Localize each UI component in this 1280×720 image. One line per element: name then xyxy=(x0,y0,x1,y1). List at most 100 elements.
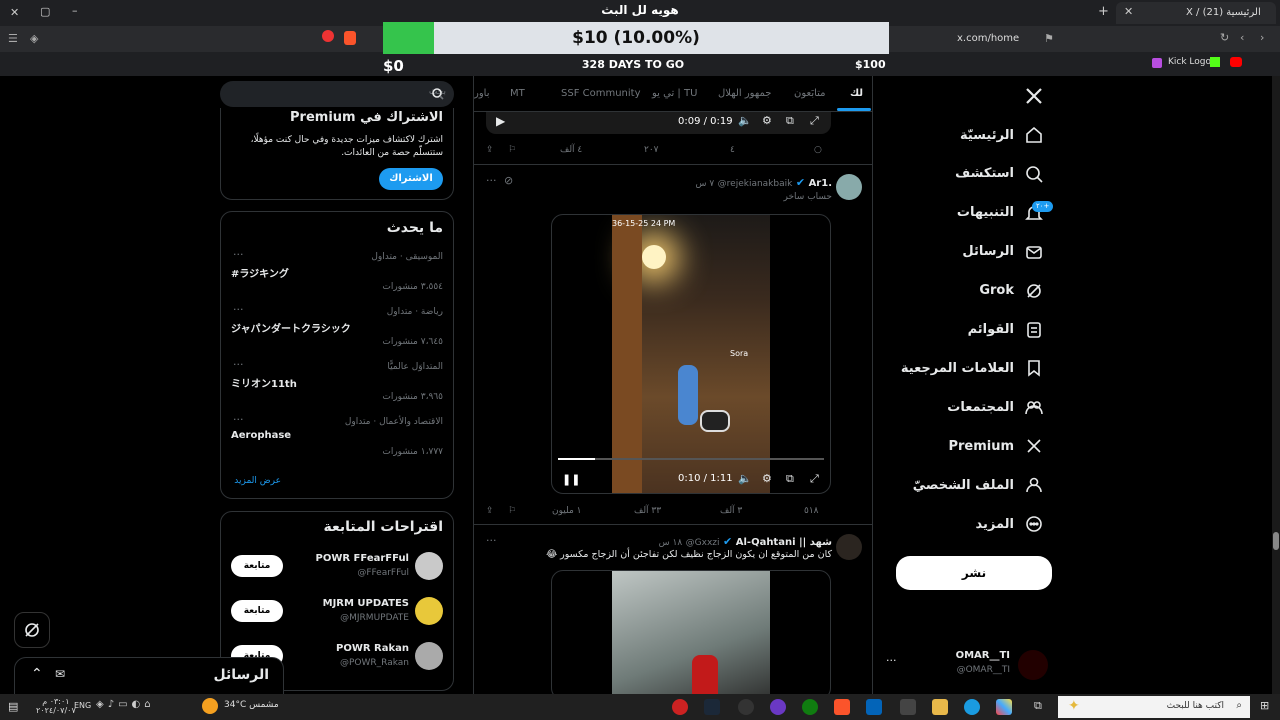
suggestion-avatar[interactable] xyxy=(415,642,443,670)
post2-reposts[interactable]: ٣ آلف xyxy=(720,506,742,516)
grok-floating-button[interactable] xyxy=(14,612,50,648)
pause-icon[interactable]: ❚❚ xyxy=(562,473,580,486)
tray-icons[interactable]: ◈♪▭◐⌂ xyxy=(96,699,155,710)
post3-media[interactable] xyxy=(551,570,831,694)
extension-icon[interactable] xyxy=(322,30,334,42)
post1-reposts[interactable]: ٤ xyxy=(730,145,735,155)
nav-bookmarks[interactable]: العلامات المرجعية xyxy=(824,354,1044,382)
x-logo-icon[interactable] xyxy=(1024,86,1044,106)
bookmark-icon[interactable]: ⚐ xyxy=(508,145,516,155)
file-explorer-icon[interactable] xyxy=(932,699,948,715)
follow-button[interactable]: متابعة xyxy=(231,555,283,577)
post2-likes[interactable]: ٣٣ آلف xyxy=(634,506,661,516)
more-icon[interactable]: ··· xyxy=(486,174,497,187)
tab-close-icon[interactable]: ✕ xyxy=(1124,5,1133,18)
post-button[interactable]: نشر xyxy=(896,556,1052,590)
xbox-icon[interactable] xyxy=(802,699,818,715)
store-icon[interactable] xyxy=(900,699,916,715)
close-window-icon[interactable]: ✕ xyxy=(10,6,19,19)
suggestion-name[interactable]: POWR FFearFFul xyxy=(316,553,409,564)
brave-taskbar-icon[interactable] xyxy=(834,699,850,715)
show-more-link[interactable]: عرض المزيد xyxy=(234,476,281,486)
post3-name[interactable]: Al-Qahtani || شهد xyxy=(736,537,832,548)
maximize-icon[interactable]: ▢ xyxy=(40,5,50,18)
post1-likes[interactable]: ٢٠٧ xyxy=(644,145,659,155)
settings-icon[interactable]: ⚙ xyxy=(762,114,772,127)
suggestion-name[interactable]: MJRM UPDATES xyxy=(323,598,409,609)
nav-grok[interactable]: Grok xyxy=(824,277,1044,305)
more-icon[interactable]: ··· xyxy=(886,654,897,667)
tab-following[interactable]: متابَعون xyxy=(794,88,826,99)
volume-icon[interactable]: 🔈 xyxy=(738,472,752,485)
tab-ssf[interactable]: SSF Community xyxy=(561,88,641,99)
nav-explore[interactable]: استكشف xyxy=(824,160,1044,188)
trend-item[interactable]: رياضة · متداول ··· ジャパンダートクラシック ٧،٦٤٥ من… xyxy=(221,303,453,357)
search-box[interactable]: بحث xyxy=(220,81,454,107)
weather[interactable]: 34°C مشمس xyxy=(224,700,279,710)
post2-handle[interactable]: @rejekianakbaik xyxy=(718,179,793,189)
nav-profile[interactable]: الملف الشخصيّ xyxy=(824,471,1044,499)
follow-button[interactable]: متابعة xyxy=(231,600,283,622)
minimize-icon[interactable]: – xyxy=(72,4,78,17)
nav-premium[interactable]: Premium xyxy=(824,432,1044,460)
brave-icon[interactable] xyxy=(344,31,356,45)
scrollbar[interactable] xyxy=(1272,76,1280,694)
tab-power[interactable]: باور xyxy=(474,88,490,99)
more-icon[interactable]: ··· xyxy=(233,248,244,261)
clock[interactable]: ٠٣:٠١ م ٢٠٢٤/٠٧/٠٧ xyxy=(36,697,76,715)
browser-tab[interactable]: ✕ X / (21) الرئيسية xyxy=(1116,2,1276,24)
volume-icon[interactable]: 🔈 xyxy=(738,114,752,127)
popout-icon[interactable]: ⧉ xyxy=(786,114,794,128)
menu-icon[interactable]: ☰ xyxy=(8,32,18,45)
more-icon[interactable]: ··· xyxy=(233,413,244,426)
post2-video[interactable]: 36-15-25 24 PM Sora ❚❚ 0:10 / 1:11 🔈 ⚙ ⧉… xyxy=(551,214,831,494)
bookmark-kick-logo[interactable]: Kick Logo xyxy=(1168,57,1211,67)
obs-icon[interactable] xyxy=(738,699,754,715)
app-icon-2[interactable] xyxy=(770,699,786,715)
taskbar-search[interactable]: ⌕ اكتب هنا للبحث ✦ xyxy=(1058,696,1250,718)
back-icon[interactable]: ‹ xyxy=(1240,31,1244,44)
new-message-icon[interactable]: ✉ xyxy=(55,667,65,681)
trend-item[interactable]: الاقتصاد والأعمال · متداول ··· Aerophase… xyxy=(221,413,453,467)
popout-icon[interactable]: ⧉ xyxy=(786,472,794,486)
messages-drawer[interactable]: الرسائل ⌃ ✉ xyxy=(14,657,284,695)
bookmark-icon[interactable]: ⚑ xyxy=(1044,32,1054,45)
shield-icon[interactable]: ◈ xyxy=(30,32,38,45)
share-icon[interactable]: ⇪ xyxy=(486,506,494,516)
fullscreen-icon[interactable]: ⤢ xyxy=(810,472,819,486)
video-progress-track[interactable] xyxy=(558,458,824,460)
suggestion-avatar[interactable] xyxy=(415,552,443,580)
trend-item[interactable]: الموسيقى · متداول ··· #ラジキング ٣،٥٥٤ منشور… xyxy=(221,248,453,302)
url-field[interactable]: x.com/home xyxy=(957,33,1019,44)
forward-icon[interactable]: › xyxy=(1260,31,1264,44)
outlook-icon[interactable] xyxy=(866,699,882,715)
nav-lists[interactable]: القوائم xyxy=(824,316,1044,344)
reply-icon[interactable]: ○ xyxy=(814,145,822,155)
taskbar-search-input[interactable]: اكتب هنا للبحث xyxy=(1167,701,1224,711)
tab-mt[interactable]: MT xyxy=(510,88,525,99)
reload-icon[interactable]: ↻ xyxy=(1220,31,1229,44)
task-view-icon[interactable]: ⧉ xyxy=(1034,699,1042,713)
nav-more[interactable]: المزيد xyxy=(824,510,1044,538)
tab-for-you[interactable]: لك xyxy=(850,88,863,99)
tab-tu[interactable]: تي يو | TU xyxy=(652,88,697,99)
edge-icon[interactable] xyxy=(964,699,980,715)
post2-views[interactable]: ١ مليون xyxy=(552,506,581,516)
suggestion-name[interactable]: POWR Rakan xyxy=(336,643,409,654)
post2-replies[interactable]: ٥١٨ xyxy=(804,506,819,516)
tab-hilal[interactable]: جمهور الهلال xyxy=(718,88,771,99)
nav-home[interactable]: الرئيسيّة xyxy=(824,121,1044,149)
suggestion-avatar[interactable] xyxy=(415,597,443,625)
grok-icon[interactable]: ⊘ xyxy=(504,174,513,187)
nav-messages[interactable]: الرسائل xyxy=(824,238,1044,266)
start-icon[interactable]: ⊞ xyxy=(1260,699,1269,712)
scrollbar-thumb[interactable] xyxy=(1273,532,1279,550)
nav-communities[interactable]: المجتمعات xyxy=(824,393,1044,421)
post1-video[interactable]: ▶ 0:09 / 0:19 🔈 ⚙ ⧉ ⤢ xyxy=(486,112,831,134)
notification-center-icon[interactable]: ▤ xyxy=(8,700,18,713)
trend-item[interactable]: المتداوَل عالميًّا ··· ミリオン11th ٣،٩٦٥ من… xyxy=(221,358,453,412)
play-icon[interactable]: ▶ xyxy=(496,114,505,128)
share-icon[interactable]: ⇪ xyxy=(486,145,494,155)
steam-icon[interactable] xyxy=(704,699,720,715)
copilot-icon[interactable] xyxy=(996,699,1012,715)
